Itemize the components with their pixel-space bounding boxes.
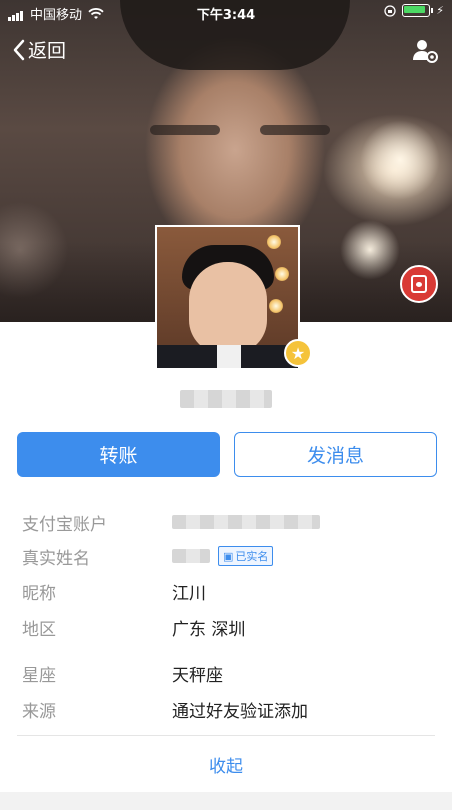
battery-icon (402, 4, 434, 17)
transfer-button[interactable]: 转账 (17, 432, 220, 477)
verified-badge: ▣ 已实名 (218, 546, 274, 566)
info-list: 支付宝账户 真实姓名 ▣ 已实名 昵称 江川 地区 广东 深圳 星座 天秤座 来… (22, 505, 432, 727)
verified-label: 已实名 (235, 550, 269, 563)
info-label: 来源 (22, 701, 56, 722)
cover-brow-right (260, 125, 330, 135)
info-row-zodiac: 星座 天秤座 (22, 655, 432, 691)
info-row-account: 支付宝账户 (22, 505, 432, 539)
star-icon: ★ (284, 339, 312, 367)
footer-band (0, 792, 452, 810)
info-value: 天秤座 (172, 665, 223, 686)
nav-bar: 返回 (0, 30, 452, 70)
real-name-blurred (172, 549, 210, 563)
info-row-nickname: 昵称 江川 (22, 573, 432, 609)
id-card-icon: ▣ (223, 549, 234, 563)
divider (17, 735, 435, 736)
info-row-region: 地区 广东 深圳 (22, 609, 432, 645)
info-value (172, 515, 320, 529)
avatar-bulb (275, 267, 289, 281)
avatar-face (189, 262, 267, 354)
action-buttons: 转账 发消息 (17, 432, 437, 477)
account-blurred (172, 515, 320, 529)
chevron-left-icon (13, 39, 25, 60)
avatar-collar (217, 345, 241, 368)
info-value: 广东 深圳 (172, 619, 246, 640)
orientation-lock-icon (384, 4, 396, 17)
back-label: 返回 (28, 40, 67, 62)
nickname-blurred (180, 390, 272, 408)
charging-icon: ⚡ (436, 4, 444, 17)
status-bar: 中国移动 下午3:44 ⚡ (0, 0, 452, 24)
send-message-button[interactable]: 发消息 (234, 432, 437, 477)
info-value: 通过好友验证添加 (172, 701, 308, 722)
avatar[interactable] (155, 225, 300, 370)
info-value: ▣ 已实名 (172, 546, 274, 566)
avatar-bulb (267, 235, 281, 249)
info-label: 支付宝账户 (22, 514, 107, 535)
info-label: 昵称 (22, 583, 56, 604)
collapse-button[interactable]: 收起 (0, 752, 452, 777)
avatar-bulb (269, 299, 283, 313)
red-card-icon[interactable] (400, 265, 438, 303)
status-right: ⚡ (384, 4, 444, 17)
info-label: 星座 (22, 665, 56, 686)
cover-brow-left (150, 125, 220, 135)
user-settings-icon[interactable] (410, 36, 440, 66)
cover-light (360, 120, 440, 200)
info-row-real-name: 真实姓名 ▣ 已实名 (22, 539, 432, 573)
info-row-source: 来源 通过好友验证添加 (22, 691, 432, 727)
info-label: 真实姓名 (22, 548, 90, 569)
info-label: 地区 (22, 619, 56, 640)
info-value: 江川 (172, 583, 206, 604)
back-button[interactable]: 返回 (12, 36, 66, 63)
